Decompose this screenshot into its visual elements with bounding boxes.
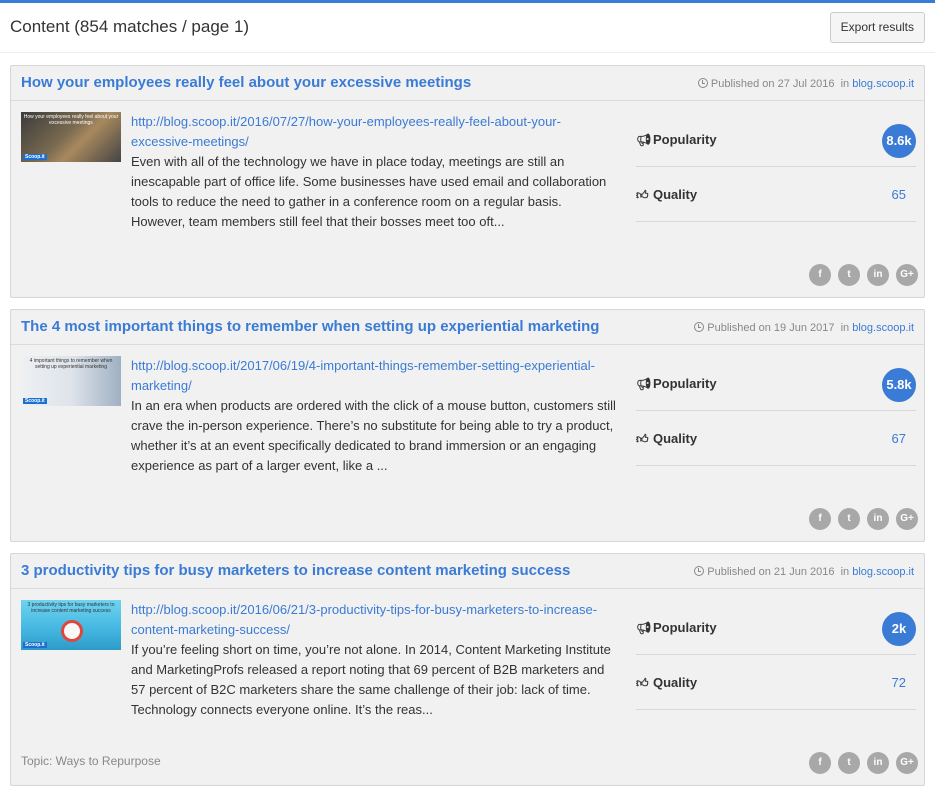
result-title-link[interactable]: The 4 most important things to remember … <box>21 318 599 335</box>
thumbs-up-icon: 👍︎ <box>636 188 649 202</box>
result-title-link[interactable]: How your employees really feel about you… <box>21 74 471 91</box>
share-buttons: f t in G+ <box>809 264 918 286</box>
result-url-link[interactable]: http://blog.scoop.it/2016/06/21/3-produc… <box>131 600 601 640</box>
source-link[interactable]: blog.scoop.it <box>852 566 914 578</box>
megaphone-icon: 📢︎ <box>636 621 652 635</box>
twitter-icon[interactable]: t <box>838 508 860 530</box>
quality-label: 👍︎ Quality <box>636 431 698 446</box>
published-info: Published on 19 Jun 2017 in blog.scoop.i… <box>694 321 914 334</box>
popularity-label: 📢︎ Popularity <box>636 376 717 391</box>
alarm-clock-image <box>61 620 83 642</box>
google-plus-icon[interactable]: G+ <box>896 752 918 774</box>
metrics-panel: 📢︎ Popularity 5.8k 👍︎ Quality 67 <box>636 356 916 466</box>
result-excerpt: In an era when products are ordered with… <box>131 398 616 473</box>
thumbnail-caption: How your employees really feel about you… <box>23 114 119 126</box>
linkedin-icon[interactable]: in <box>867 508 889 530</box>
clock-icon <box>694 322 705 332</box>
result-card: 3 productivity tips for busy marketers t… <box>10 553 925 786</box>
published-info: Published on 21 Jun 2016 in blog.scoop.i… <box>694 565 914 578</box>
page-title: Content (854 matches / page 1) <box>10 17 250 36</box>
published-info: Published on 27 Jul 2016 in blog.scoop.i… <box>697 77 914 90</box>
result-thumbnail[interactable]: 3 productivity tips for busy marketers t… <box>21 600 121 650</box>
thumbnail-brand: Scoop.it <box>23 398 47 404</box>
twitter-icon[interactable]: t <box>838 264 860 286</box>
published-prefix: Published on <box>707 566 771 578</box>
thumbs-up-icon: 👍︎ <box>636 432 649 446</box>
published-prefix: Published on <box>707 322 771 334</box>
export-results-button[interactable]: Export results <box>829 12 925 43</box>
thumbs-up-icon: 👍︎ <box>636 676 649 690</box>
topic-label: Topic: Ways to Repurpose <box>21 754 161 768</box>
facebook-icon[interactable]: f <box>809 508 831 530</box>
facebook-icon[interactable]: f <box>809 752 831 774</box>
quality-row: 👍︎ Quality 65 <box>636 167 916 222</box>
linkedin-icon[interactable]: in <box>867 264 889 286</box>
quality-label: 👍︎ Quality <box>636 187 698 202</box>
published-in: in <box>840 78 850 90</box>
published-date: 27 Jul 2016 <box>777 78 835 90</box>
result-url-link[interactable]: http://blog.scoop.it/2017/06/19/4-import… <box>131 356 601 396</box>
card-header: How your employees really feel about you… <box>11 66 924 101</box>
popularity-badge: 5.8k <box>882 368 916 402</box>
card-header: The 4 most important things to remember … <box>11 310 924 345</box>
quality-score: 65 <box>891 187 906 202</box>
quality-row: 👍︎ Quality 67 <box>636 411 916 466</box>
result-url-link[interactable]: http://blog.scoop.it/2016/07/27/how-your… <box>131 112 601 152</box>
twitter-icon[interactable]: t <box>838 752 860 774</box>
metrics-panel: 📢︎ Popularity 2k 👍︎ Quality 72 <box>636 600 916 710</box>
result-thumbnail[interactable]: 4 important things to remember when sett… <box>21 356 121 406</box>
google-plus-icon[interactable]: G+ <box>896 264 918 286</box>
published-in: in <box>840 322 850 334</box>
popularity-label: 📢︎ Popularity <box>636 620 717 635</box>
source-link[interactable]: blog.scoop.it <box>852 78 914 90</box>
published-date: 19 Jun 2017 <box>773 322 835 334</box>
quality-row: 👍︎ Quality 72 <box>636 655 916 710</box>
popularity-row: 📢︎ Popularity 5.8k <box>636 356 916 411</box>
facebook-icon[interactable]: f <box>809 264 831 286</box>
megaphone-icon: 📢︎ <box>636 133 652 147</box>
share-buttons: f t in G+ <box>809 752 918 774</box>
thumbnail-brand: Scoop.it <box>23 154 47 160</box>
share-buttons: f t in G+ <box>809 508 918 530</box>
popularity-badge: 8.6k <box>882 124 916 158</box>
results-header: Content (854 matches / page 1) Export re… <box>0 3 935 53</box>
megaphone-icon: 📢︎ <box>636 377 652 391</box>
linkedin-icon[interactable]: in <box>867 752 889 774</box>
result-thumbnail[interactable]: How your employees really feel about you… <box>21 112 121 162</box>
quality-label: 👍︎ Quality <box>636 675 698 690</box>
quality-score: 67 <box>891 431 906 446</box>
published-date: 21 Jun 2016 <box>773 566 835 578</box>
source-link[interactable]: blog.scoop.it <box>852 322 914 334</box>
result-card: How your employees really feel about you… <box>10 65 925 298</box>
published-in: in <box>840 566 850 578</box>
result-excerpt: Even with all of the technology we have … <box>131 154 607 229</box>
popularity-label: 📢︎ Popularity <box>636 132 717 147</box>
metrics-panel: 📢︎ Popularity 8.6k 👍︎ Quality 65 <box>636 112 916 222</box>
popularity-row: 📢︎ Popularity 2k <box>636 600 916 655</box>
quality-score: 72 <box>891 675 906 690</box>
published-prefix: Published on <box>710 78 775 90</box>
google-plus-icon[interactable]: G+ <box>896 508 918 530</box>
popularity-row: 📢︎ Popularity 8.6k <box>636 112 916 167</box>
thumbnail-brand: Scoop.it <box>23 642 47 648</box>
clock-icon <box>697 78 708 88</box>
result-excerpt: If you’re feeling short on time, you’re … <box>131 642 611 717</box>
result-card: The 4 most important things to remember … <box>10 309 925 542</box>
card-header: 3 productivity tips for busy marketers t… <box>11 554 924 589</box>
popularity-badge: 2k <box>882 612 916 646</box>
thumbnail-caption: 3 productivity tips for busy marketers t… <box>27 602 115 614</box>
result-title-link[interactable]: 3 productivity tips for busy marketers t… <box>21 562 570 579</box>
thumbnail-caption: 4 important things to remember when sett… <box>29 358 113 370</box>
clock-icon <box>694 566 705 576</box>
